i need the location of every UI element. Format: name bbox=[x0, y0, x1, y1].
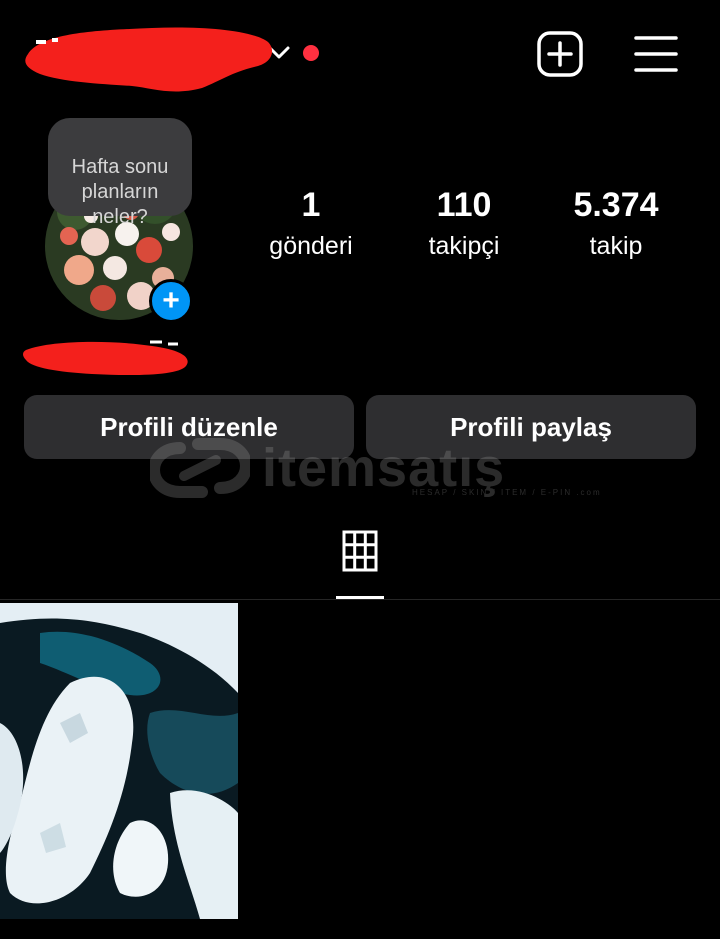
following-label: takip bbox=[589, 232, 643, 260]
display-name-redacted bbox=[23, 340, 188, 376]
share-profile-button[interactable]: Profili paylaş bbox=[366, 395, 696, 459]
username-redacted[interactable] bbox=[22, 22, 274, 94]
post-ice-image bbox=[0, 603, 238, 919]
post-thumbnail[interactable] bbox=[0, 603, 238, 919]
tabs-divider bbox=[0, 599, 720, 600]
notification-dot bbox=[303, 45, 319, 61]
posts-count: 1 bbox=[301, 186, 321, 224]
stat-followers[interactable]: 110 takipçi bbox=[399, 184, 529, 262]
menu-icon[interactable] bbox=[634, 32, 678, 76]
stat-following[interactable]: 5.374 takip bbox=[551, 184, 681, 262]
redaction-scribble bbox=[25, 27, 273, 92]
note-bubble[interactable]: Hafta sonu planların neler? bbox=[48, 118, 192, 228]
followers-count: 110 bbox=[436, 186, 492, 224]
edit-profile-button[interactable]: Profili düzenle bbox=[24, 395, 354, 459]
stat-posts[interactable]: 1 gönderi bbox=[246, 184, 376, 262]
tab-grid[interactable] bbox=[336, 520, 384, 600]
add-story-button[interactable]: + bbox=[149, 279, 193, 323]
following-count: 5.374 bbox=[573, 186, 659, 224]
add-post-icon[interactable] bbox=[536, 30, 584, 78]
posts-label: gönderi bbox=[269, 232, 353, 260]
watermark-subtitle: HESAP / SKIN / ITEM / E-PIN .com bbox=[412, 488, 602, 497]
followers-label: takipçi bbox=[428, 232, 500, 260]
grid-icon bbox=[342, 530, 378, 572]
